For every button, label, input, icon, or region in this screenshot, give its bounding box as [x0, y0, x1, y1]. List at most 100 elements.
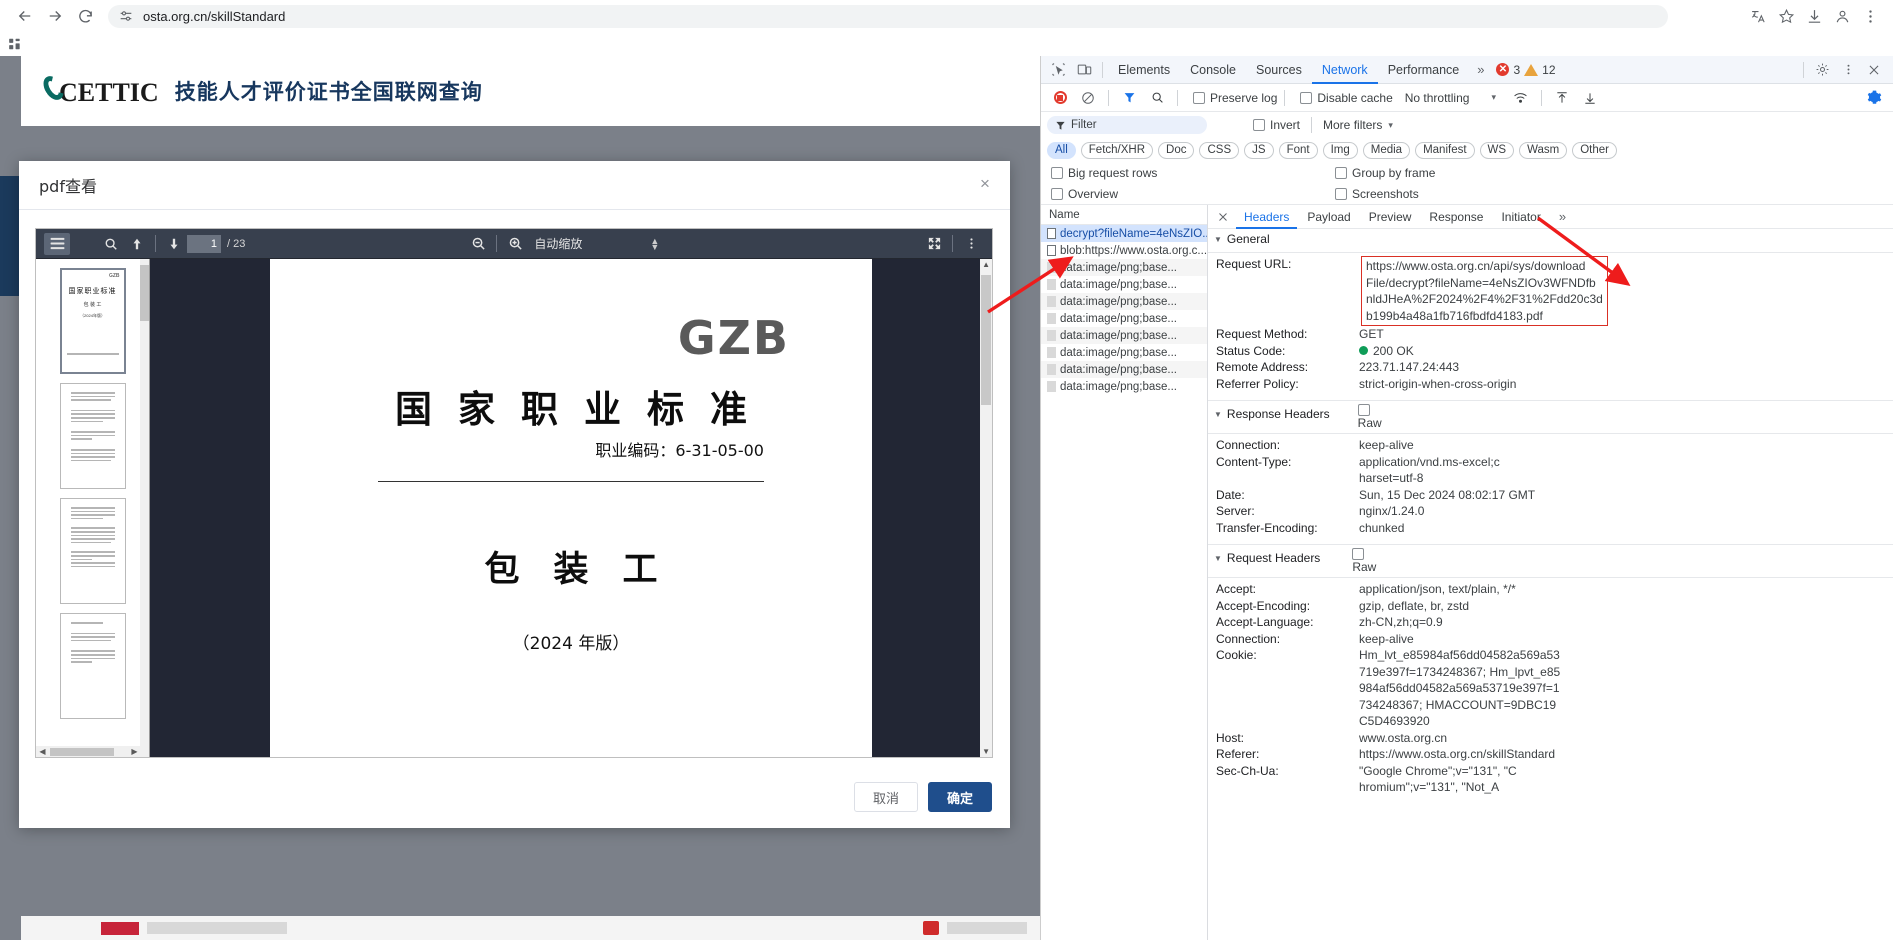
tab-console[interactable]: Console [1180, 56, 1246, 84]
pdf-thumbnail-page-4[interactable] [59, 613, 126, 719]
type-chip-manifest[interactable]: Manifest [1415, 141, 1475, 159]
address-bar[interactable]: osta.org.cn/skillStandard [108, 4, 1668, 28]
response-raw-toggle[interactable]: Raw [1357, 404, 1382, 430]
table-row[interactable]: data:image/png;base... [1041, 276, 1207, 293]
sidebar-hscroll-thumb[interactable] [50, 747, 114, 756]
gear-icon[interactable] [1809, 58, 1835, 82]
tab-network[interactable]: Network [1312, 56, 1378, 84]
zoom-out-icon[interactable] [465, 233, 491, 255]
close-icon[interactable] [1212, 206, 1234, 228]
inspect-element-icon[interactable] [1045, 58, 1071, 82]
filter-funnel-icon[interactable] [1116, 86, 1142, 110]
type-chip-doc[interactable]: Doc [1158, 141, 1195, 159]
table-row[interactable]: blob:https://www.osta.org.c... [1041, 242, 1207, 259]
tab-preview[interactable]: Preview [1361, 205, 1420, 229]
search-icon[interactable] [1144, 86, 1170, 110]
tab-sources[interactable]: Sources [1246, 56, 1312, 84]
preserve-log-checkbox[interactable]: Preserve log [1193, 91, 1277, 105]
down-arrow-icon[interactable] [161, 233, 187, 255]
site-settings-icon[interactable] [118, 8, 134, 24]
star-icon[interactable] [1773, 3, 1799, 29]
type-chip-other[interactable]: Other [1572, 141, 1617, 159]
sidebar-horizontal-scrollbar[interactable]: ◀ ▶ [36, 746, 141, 757]
tab-response[interactable]: Response [1421, 205, 1491, 229]
close-icon[interactable] [1861, 58, 1887, 82]
overview-checkbox[interactable]: Overview [1051, 187, 1118, 201]
presentation-mode-icon[interactable] [921, 233, 947, 255]
table-row[interactable]: data:image/png;base... [1041, 344, 1207, 361]
export-har-icon[interactable] [1577, 86, 1603, 110]
download-icon[interactable] [1801, 3, 1827, 29]
screenshots-checkbox[interactable]: Screenshots [1335, 187, 1419, 201]
throttling-select[interactable]: No throttling ▾ [1405, 91, 1496, 105]
pdf-scroll-up-icon[interactable]: ▲ [982, 260, 990, 269]
tab-headers[interactable]: Headers [1236, 205, 1297, 229]
forward-arrow-icon[interactable] [40, 1, 70, 31]
invert-checkbox[interactable]: Invert [1253, 118, 1300, 132]
tab-initiator[interactable]: Initiator [1493, 205, 1548, 229]
type-chip-wasm[interactable]: Wasm [1519, 141, 1568, 159]
pdf-zoom-select[interactable]: 自动缩放 [534, 233, 583, 254]
network-conditions-icon[interactable] [1508, 86, 1534, 110]
more-filters-dropdown[interactable]: More filters ▾ [1323, 118, 1393, 132]
network-settings-gear-icon[interactable] [1861, 86, 1887, 110]
device-toolbar-icon[interactable] [1071, 58, 1097, 82]
tab-payload[interactable]: Payload [1299, 205, 1358, 229]
pdf-thumbnail-page-2[interactable] [59, 383, 126, 489]
type-chip-font[interactable]: Font [1278, 141, 1318, 159]
table-row[interactable]: data:image/png;base... [1041, 259, 1207, 276]
big-request-rows-checkbox[interactable]: Big request rows [1051, 166, 1157, 180]
search-icon[interactable] [98, 233, 124, 255]
type-chip-ws[interactable]: WS [1479, 141, 1515, 159]
table-row[interactable]: data:image/png;base... [1041, 327, 1207, 344]
disable-cache-checkbox[interactable]: Disable cache [1300, 91, 1393, 105]
general-section-header[interactable]: ▼ General [1208, 229, 1893, 249]
pdf-scroll-down-icon[interactable]: ▼ [982, 747, 990, 756]
table-row[interactable]: data:image/png;base... [1041, 361, 1207, 378]
table-row[interactable]: data:image/png;base... [1041, 310, 1207, 327]
tab-performance[interactable]: Performance [1378, 56, 1470, 84]
sidebar-scrollbar-thumb[interactable] [140, 265, 149, 321]
import-har-icon[interactable] [1549, 86, 1575, 110]
type-chip-fetch-xhr[interactable]: Fetch/XHR [1080, 141, 1154, 159]
hscroll-right-icon[interactable]: ▶ [128, 747, 141, 756]
chevron-right-double-icon[interactable]: » [1469, 62, 1492, 77]
error-warning-counts[interactable]: ✕ 3 12 [1496, 63, 1556, 77]
type-chip-img[interactable]: Img [1322, 141, 1358, 159]
record-stop-icon[interactable] [1047, 86, 1073, 110]
three-dot-menu-icon[interactable] [1857, 3, 1883, 29]
pdf-scrollbar-thumb[interactable] [981, 275, 991, 405]
pdf-thumbnail-sidebar[interactable]: GZB 国家职业标准 包 装 工 （2024年版） ◀ ▶ [36, 259, 150, 757]
table-row[interactable]: decrypt?fileName=4eNsZIO... [1041, 225, 1207, 242]
sidebar-vertical-scrollbar[interactable] [140, 259, 149, 757]
zoom-in-icon[interactable] [502, 233, 528, 255]
secondary-toolbar-icon[interactable] [958, 233, 984, 255]
pdf-vertical-scrollbar[interactable]: ▲ ▼ [980, 259, 992, 757]
table-row[interactable]: data:image/png;base... [1041, 293, 1207, 310]
up-arrow-icon[interactable] [124, 233, 150, 255]
type-chip-css[interactable]: CSS [1199, 141, 1240, 159]
pdf-page-input[interactable] [187, 234, 221, 253]
three-dot-menu-icon[interactable] [1835, 58, 1861, 82]
hscroll-left-icon[interactable]: ◀ [36, 747, 49, 756]
clear-network-icon[interactable] [1075, 86, 1101, 110]
pdf-zoom-stepper[interactable]: ▲ ▼ [650, 236, 659, 251]
tab-elements[interactable]: Elements [1108, 56, 1180, 84]
cancel-button[interactable]: 取消 [853, 782, 918, 812]
type-chip-all[interactable]: All [1047, 141, 1076, 159]
pdf-thumbnail-page-3[interactable] [59, 498, 126, 604]
sidebar-toggle-icon[interactable] [44, 232, 70, 255]
request-headers-section-header[interactable]: ▼ Request Headers Raw [1208, 548, 1893, 574]
back-arrow-icon[interactable] [10, 1, 40, 31]
profile-icon[interactable] [1829, 3, 1855, 29]
pdf-thumbnail-page-1[interactable]: GZB 国家职业标准 包 装 工 （2024年版） [59, 268, 126, 374]
translate-icon[interactable] [1745, 3, 1771, 29]
reload-icon[interactable] [70, 1, 100, 31]
type-chip-media[interactable]: Media [1362, 141, 1411, 159]
close-icon[interactable]: × [974, 173, 996, 195]
request-raw-toggle[interactable]: Raw [1352, 548, 1376, 574]
group-by-frame-checkbox[interactable]: Group by frame [1335, 166, 1435, 180]
type-chip-js[interactable]: JS [1244, 141, 1274, 159]
response-headers-section-header[interactable]: ▼ Response Headers Raw [1208, 404, 1893, 430]
search-input[interactable]: Filter [1047, 116, 1207, 134]
